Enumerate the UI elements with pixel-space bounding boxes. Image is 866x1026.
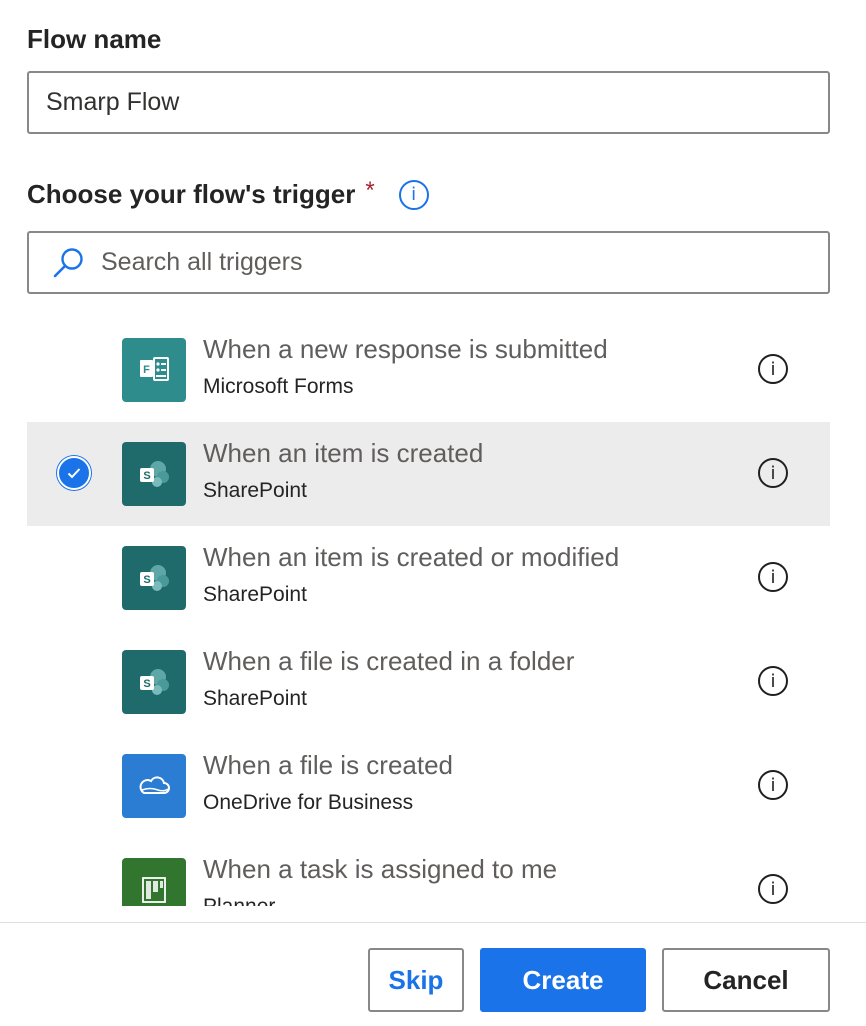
flow-name-label: Flow name (27, 24, 162, 54)
cancel-button[interactable]: Cancel (662, 948, 830, 1012)
trigger-title: When an item is created or modified (203, 542, 620, 572)
trigger-list: F When a new response is submitted Microso… (27, 318, 830, 906)
info-icon[interactable]: i (758, 770, 788, 800)
trigger-label-row: Choose your flow's trigger * i (27, 176, 429, 210)
trigger-title: When a task is assigned to me (203, 854, 558, 884)
onedrive-icon (122, 754, 186, 818)
create-button[interactable]: Create (480, 948, 646, 1012)
trigger-connector: SharePoint (203, 687, 307, 710)
trigger-item[interactable]: S When an item is created or modified Shar… (27, 526, 830, 630)
info-icon[interactable]: i (758, 562, 788, 592)
trigger-connector: OneDrive for Business (203, 791, 414, 814)
svg-text:S: S (143, 678, 150, 690)
search-input[interactable]: Search all triggers (27, 231, 830, 294)
info-icon[interactable]: i (758, 458, 788, 488)
flow-name-input[interactable]: Smarp Flow (27, 71, 830, 134)
planner-icon (122, 858, 186, 906)
info-icon[interactable]: i (758, 666, 788, 696)
trigger-title: When a file is created (203, 750, 454, 780)
sharepoint-icon: S (122, 650, 186, 714)
selected-check-icon (57, 456, 91, 490)
info-icon[interactable]: i (758, 354, 788, 384)
trigger-title: When an item is created (203, 438, 484, 468)
forms-icon: F (122, 338, 186, 402)
skip-button[interactable]: Skip (368, 948, 464, 1012)
trigger-item[interactable]: F When a new response is submitted Microso… (27, 318, 830, 422)
trigger-item[interactable]: When a file is created OneDrive for Busin… (27, 734, 830, 838)
svg-text:F: F (143, 364, 150, 376)
footer-divider (0, 922, 866, 923)
flow-name-value: Smarp Flow (46, 88, 180, 116)
sharepoint-icon: S (122, 442, 186, 506)
trigger-title: When a file is created in a folder (203, 646, 575, 676)
svg-text:S: S (143, 574, 150, 586)
trigger-label: Choose your flow's trigger (27, 179, 356, 209)
search-placeholder: Search all triggers (101, 248, 303, 276)
trigger-connector: SharePoint (203, 583, 307, 606)
trigger-connector: Planner (203, 895, 275, 906)
trigger-connector: SharePoint (203, 479, 307, 502)
info-icon[interactable]: i (758, 874, 788, 904)
trigger-item[interactable]: S When a file is created in a folder Share… (27, 630, 830, 734)
sharepoint-icon: S (122, 546, 186, 610)
search-icon (51, 246, 85, 280)
trigger-title: When a new response is submitted (203, 334, 608, 364)
svg-text:S: S (143, 470, 150, 482)
trigger-connector: Microsoft Forms (203, 375, 354, 398)
required-marker: * (365, 176, 375, 204)
trigger-item[interactable]: When a task is assigned to me Planner i (27, 838, 830, 906)
info-icon[interactable]: i (398, 179, 429, 210)
trigger-item[interactable]: S When an item is created SharePoint i (27, 422, 830, 526)
